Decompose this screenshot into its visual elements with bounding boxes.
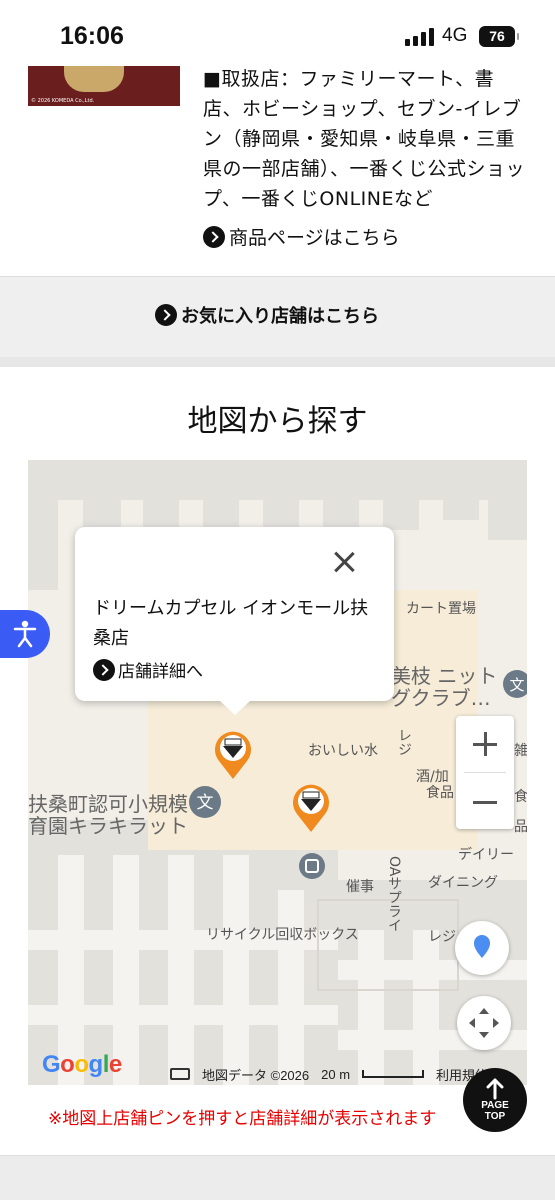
store-detail-label: 店舗詳細へ [118, 662, 203, 682]
map-label-oa: OAサプライ [386, 856, 402, 933]
favorites-link[interactable]: お気に入り店舗はこちら [155, 302, 379, 328]
school-icon: 文 [189, 786, 221, 818]
map-label-reji2: レジ [428, 929, 456, 945]
store-info-popup: ドリームカプセル イオンモール扶桑店 店舗詳細へ [75, 527, 394, 715]
section-divider [0, 357, 555, 367]
my-location-button[interactable] [455, 921, 509, 975]
map-label-r1: 雑 [514, 743, 527, 759]
page-top-button[interactable]: PAGE TOP [463, 1068, 527, 1132]
map-label-nursery2: 育園キラキラット [28, 814, 188, 838]
product-page-link[interactable]: 商品ページはこちら [203, 223, 400, 250]
map-label-reji: レジ [396, 728, 412, 756]
favorites-link-label: お気に入り店舗はこちら [181, 306, 379, 327]
svg-text:文: 文 [509, 676, 524, 694]
map-label-cart: カート置場 [406, 601, 476, 617]
store-detail-link[interactable]: 店舗詳細へ [93, 657, 203, 682]
page-top-line2: TOP [484, 1111, 506, 1122]
map-label-r2: 食品 [514, 789, 527, 805]
page-top-line1: PAGE [481, 1100, 509, 1111]
popup-store-name: ドリームカプセル イオンモール扶桑店 [93, 598, 369, 649]
product-image[interactable]: © 2026 KOMEDA Co.,Ltd. [28, 66, 180, 106]
scale-text: 20 m [321, 1066, 351, 1082]
close-icon[interactable] [329, 547, 359, 577]
image-copyright: © 2026 KOMEDA Co.,Ltd. [31, 98, 95, 104]
map-section-title: 地図から探す [187, 404, 368, 439]
zoom-out-button[interactable] [456, 716, 514, 829]
network-type: 4G [442, 25, 468, 46]
expand-icon [469, 1008, 499, 1038]
keyboard-icon[interactable] [170, 1068, 190, 1080]
chevron-right-icon [203, 225, 225, 248]
status-time: 16:06 [60, 22, 124, 50]
scale-bar [362, 1070, 425, 1078]
status-bar: 16:06 4G 76 [0, 0, 555, 66]
map-label-dining: ダイニング [428, 875, 498, 891]
arrow-up-icon [486, 1078, 504, 1100]
map-label-shop2: グクラブ… [391, 686, 491, 710]
map-label-saiji: 催事 [346, 879, 374, 895]
map-label-daily: デイリー [458, 847, 514, 863]
accessibility-button[interactable] [0, 610, 50, 658]
product-page-link-label: 商品ページはこちら [229, 227, 400, 249]
google-logo: Google [42, 1051, 122, 1078]
shops-list: ■取扱店：ファミリーマート、書店、ホビーショップ、セブン-イレブン（静岡県・愛知… [203, 68, 526, 210]
restroom-icon [299, 853, 325, 879]
map-label-recycle: リサイクル回収ボックス [206, 927, 359, 943]
battery-icon: 76 [479, 26, 519, 47]
location-icon [474, 935, 490, 958]
chevron-right-icon [155, 304, 177, 326]
footer-pattern [0, 1155, 555, 1200]
map-label-oishii: おいしい水 [308, 743, 378, 759]
accessibility-icon [13, 620, 37, 648]
school-icon-2: 文 [503, 670, 527, 698]
map-data-text: 地図データ ©2026 [202, 1067, 310, 1083]
signal-icon [405, 28, 435, 46]
svg-text:文: 文 [197, 793, 214, 813]
map-notice: ※地図上店舗ピンを押すと店舗詳細が表示されます [48, 1109, 437, 1129]
map-label-shokuhin: 食品 [426, 785, 454, 801]
zoom-control [456, 716, 514, 829]
store-pin[interactable] [209, 725, 257, 781]
fullscreen-button[interactable] [457, 996, 511, 1050]
map-label-r3: 品 [514, 819, 527, 835]
chevron-right-icon [93, 658, 115, 681]
map-attribution: 地図データ ©2026 20 m 利用規約 [170, 1062, 488, 1086]
store-pin-2[interactable] [287, 778, 335, 834]
